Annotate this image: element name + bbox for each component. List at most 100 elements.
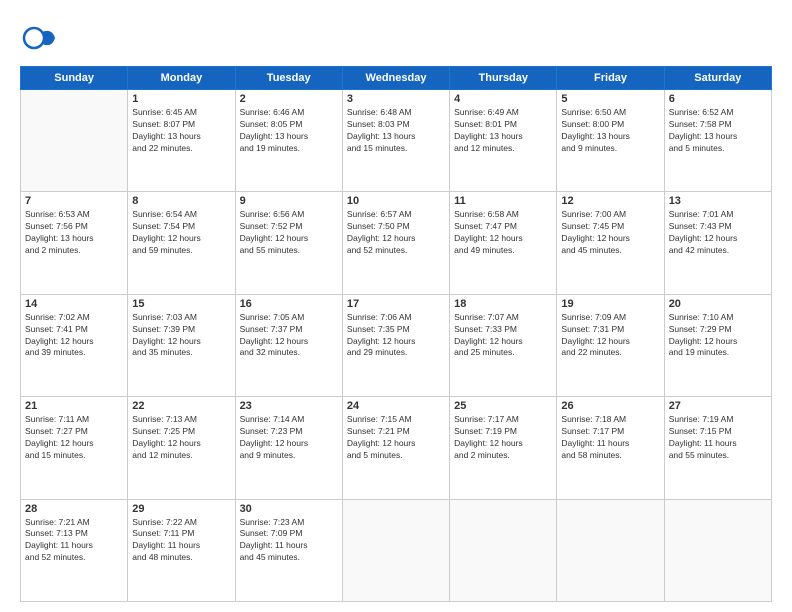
day-of-week-header: Sunday (21, 67, 128, 90)
day-info: Sunrise: 6:54 AM Sunset: 7:54 PM Dayligh… (132, 209, 230, 257)
calendar-cell (557, 499, 664, 601)
day-info: Sunrise: 7:05 AM Sunset: 7:37 PM Dayligh… (240, 312, 338, 360)
day-number: 14 (25, 298, 123, 310)
calendar-cell (450, 499, 557, 601)
day-info: Sunrise: 6:45 AM Sunset: 8:07 PM Dayligh… (132, 107, 230, 155)
day-of-week-header: Thursday (450, 67, 557, 90)
day-info: Sunrise: 6:58 AM Sunset: 7:47 PM Dayligh… (454, 209, 552, 257)
calendar-cell: 20 Sunrise: 7:10 AM Sunset: 7:29 PM Dayli… (664, 294, 771, 396)
calendar-cell: 17 Sunrise: 7:06 AM Sunset: 7:35 PM Dayli… (342, 294, 449, 396)
day-info: Sunrise: 7:15 AM Sunset: 7:21 PM Dayligh… (347, 414, 445, 462)
day-info: Sunrise: 6:48 AM Sunset: 8:03 PM Dayligh… (347, 107, 445, 155)
calendar-cell (21, 90, 128, 192)
day-number: 28 (25, 503, 123, 515)
day-number: 24 (347, 400, 445, 412)
day-info: Sunrise: 7:19 AM Sunset: 7:15 PM Dayligh… (669, 414, 767, 462)
day-number: 9 (240, 195, 338, 207)
header (20, 18, 772, 58)
calendar-cell: 22 Sunrise: 7:13 AM Sunset: 7:25 PM Dayli… (128, 397, 235, 499)
day-info: Sunrise: 7:13 AM Sunset: 7:25 PM Dayligh… (132, 414, 230, 462)
calendar-cell: 13 Sunrise: 7:01 AM Sunset: 7:43 PM Dayli… (664, 192, 771, 294)
day-of-week-header: Saturday (664, 67, 771, 90)
day-number: 4 (454, 93, 552, 105)
day-number: 2 (240, 93, 338, 105)
day-number: 22 (132, 400, 230, 412)
day-number: 6 (669, 93, 767, 105)
day-info: Sunrise: 7:17 AM Sunset: 7:19 PM Dayligh… (454, 414, 552, 462)
day-number: 18 (454, 298, 552, 310)
day-number: 19 (561, 298, 659, 310)
calendar-cell: 15 Sunrise: 7:03 AM Sunset: 7:39 PM Dayli… (128, 294, 235, 396)
calendar-week-row: 28 Sunrise: 7:21 AM Sunset: 7:13 PM Dayli… (21, 499, 772, 601)
calendar-cell: 18 Sunrise: 7:07 AM Sunset: 7:33 PM Dayli… (450, 294, 557, 396)
calendar-cell: 2 Sunrise: 6:46 AM Sunset: 8:05 PM Daylig… (235, 90, 342, 192)
calendar-header-row: SundayMondayTuesdayWednesdayThursdayFrid… (21, 67, 772, 90)
day-number: 12 (561, 195, 659, 207)
day-info: Sunrise: 7:00 AM Sunset: 7:45 PM Dayligh… (561, 209, 659, 257)
logo (20, 18, 64, 58)
calendar-cell: 5 Sunrise: 6:50 AM Sunset: 8:00 PM Daylig… (557, 90, 664, 192)
day-info: Sunrise: 7:01 AM Sunset: 7:43 PM Dayligh… (669, 209, 767, 257)
calendar-cell: 3 Sunrise: 6:48 AM Sunset: 8:03 PM Daylig… (342, 90, 449, 192)
day-number: 8 (132, 195, 230, 207)
calendar-cell: 6 Sunrise: 6:52 AM Sunset: 7:58 PM Daylig… (664, 90, 771, 192)
day-info: Sunrise: 7:14 AM Sunset: 7:23 PM Dayligh… (240, 414, 338, 462)
calendar-cell: 30 Sunrise: 7:23 AM Sunset: 7:09 PM Dayli… (235, 499, 342, 601)
day-of-week-header: Monday (128, 67, 235, 90)
calendar-cell: 25 Sunrise: 7:17 AM Sunset: 7:19 PM Dayli… (450, 397, 557, 499)
calendar-cell: 10Sunrise: 6:57 AM Sunset: 7:50 PM Dayli… (342, 192, 449, 294)
day-number: 23 (240, 400, 338, 412)
day-info: Sunrise: 7:21 AM Sunset: 7:13 PM Dayligh… (25, 517, 123, 565)
day-info: Sunrise: 7:22 AM Sunset: 7:11 PM Dayligh… (132, 517, 230, 565)
day-number: 17 (347, 298, 445, 310)
day-of-week-header: Tuesday (235, 67, 342, 90)
page: SundayMondayTuesdayWednesdayThursdayFrid… (0, 0, 792, 612)
calendar-cell: 27 Sunrise: 7:19 AM Sunset: 7:15 PM Dayli… (664, 397, 771, 499)
day-number: 29 (132, 503, 230, 515)
day-info: Sunrise: 6:53 AM Sunset: 7:56 PM Dayligh… (25, 209, 123, 257)
calendar-cell: 16 Sunrise: 7:05 AM Sunset: 7:37 PM Dayli… (235, 294, 342, 396)
calendar-table: SundayMondayTuesdayWednesdayThursdayFrid… (20, 66, 772, 602)
day-of-week-header: Friday (557, 67, 664, 90)
day-of-week-header: Wednesday (342, 67, 449, 90)
calendar-cell (664, 499, 771, 601)
calendar-cell: 28 Sunrise: 7:21 AM Sunset: 7:13 PM Dayli… (21, 499, 128, 601)
day-number: 13 (669, 195, 767, 207)
calendar-cell: 11 Sunrise: 6:58 AM Sunset: 7:47 PM Dayli… (450, 192, 557, 294)
day-info: Sunrise: 7:10 AM Sunset: 7:29 PM Dayligh… (669, 312, 767, 360)
day-info: Sunrise: 7:18 AM Sunset: 7:17 PM Dayligh… (561, 414, 659, 462)
calendar-cell: 21Sunrise: 7:11 AM Sunset: 7:27 PM Dayli… (21, 397, 128, 499)
day-info: Sunrise: 6:52 AM Sunset: 7:58 PM Dayligh… (669, 107, 767, 155)
day-info: Sunrise: 7:06 AM Sunset: 7:35 PM Dayligh… (347, 312, 445, 360)
calendar-cell: 1Sunrise: 6:45 AM Sunset: 8:07 PM Daylig… (128, 90, 235, 192)
calendar-week-row: 14Sunrise: 7:02 AM Sunset: 7:41 PM Dayli… (21, 294, 772, 396)
day-number: 15 (132, 298, 230, 310)
day-info: Sunrise: 7:23 AM Sunset: 7:09 PM Dayligh… (240, 517, 338, 565)
day-info: Sunrise: 7:11 AM Sunset: 7:27 PM Dayligh… (25, 414, 123, 462)
calendar-cell: 7 Sunrise: 6:53 AM Sunset: 7:56 PM Daylig… (21, 192, 128, 294)
calendar-cell: 12 Sunrise: 7:00 AM Sunset: 7:45 PM Dayli… (557, 192, 664, 294)
day-number: 3 (347, 93, 445, 105)
calendar-week-row: 7 Sunrise: 6:53 AM Sunset: 7:56 PM Daylig… (21, 192, 772, 294)
calendar-cell: 9Sunrise: 6:56 AM Sunset: 7:52 PM Daylig… (235, 192, 342, 294)
logo-icon (20, 18, 60, 58)
day-info: Sunrise: 7:07 AM Sunset: 7:33 PM Dayligh… (454, 312, 552, 360)
day-number: 11 (454, 195, 552, 207)
day-number: 27 (669, 400, 767, 412)
day-number: 5 (561, 93, 659, 105)
calendar-cell: 4Sunrise: 6:49 AM Sunset: 8:01 PM Daylig… (450, 90, 557, 192)
day-number: 7 (25, 195, 123, 207)
day-number: 30 (240, 503, 338, 515)
calendar-cell: 26Sunrise: 7:18 AM Sunset: 7:17 PM Dayli… (557, 397, 664, 499)
day-number: 20 (669, 298, 767, 310)
calendar-week-row: 1Sunrise: 6:45 AM Sunset: 8:07 PM Daylig… (21, 90, 772, 192)
calendar-cell: 8 Sunrise: 6:54 AM Sunset: 7:54 PM Daylig… (128, 192, 235, 294)
day-number: 25 (454, 400, 552, 412)
day-info: Sunrise: 7:03 AM Sunset: 7:39 PM Dayligh… (132, 312, 230, 360)
day-info: Sunrise: 6:50 AM Sunset: 8:00 PM Dayligh… (561, 107, 659, 155)
day-info: Sunrise: 6:46 AM Sunset: 8:05 PM Dayligh… (240, 107, 338, 155)
calendar-week-row: 21Sunrise: 7:11 AM Sunset: 7:27 PM Dayli… (21, 397, 772, 499)
day-info: Sunrise: 7:09 AM Sunset: 7:31 PM Dayligh… (561, 312, 659, 360)
calendar-cell: 19 Sunrise: 7:09 AM Sunset: 7:31 PM Dayli… (557, 294, 664, 396)
day-number: 16 (240, 298, 338, 310)
